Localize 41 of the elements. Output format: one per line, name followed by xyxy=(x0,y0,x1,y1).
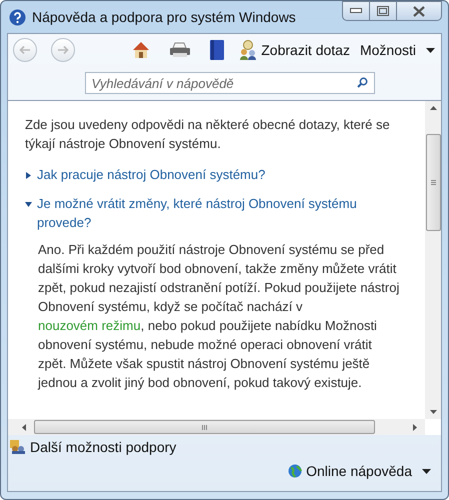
support-options-link[interactable]: Další možnosti podpory xyxy=(10,439,441,455)
vertical-scrollbar[interactable] xyxy=(425,101,441,419)
online-help-menu[interactable]: Online nápověda xyxy=(288,463,431,479)
question-link[interactable]: Je možné vrátit změny, které nástroj Obnovení systému provede? xyxy=(37,194,403,232)
grip-icon xyxy=(202,424,207,430)
scroll-left-arrow-icon[interactable] xyxy=(22,424,26,430)
collapse-arrow-icon[interactable] xyxy=(25,201,32,208)
scroll-thumb[interactable] xyxy=(426,134,440,231)
options-menu[interactable]: Možnosti xyxy=(358,42,437,58)
globe-icon xyxy=(288,464,302,478)
caret-icon xyxy=(422,468,431,474)
back-arrow-icon xyxy=(19,45,31,55)
safe-mode-link[interactable]: nouzovém režimu xyxy=(38,318,141,333)
forward-arrow-icon xyxy=(57,45,69,55)
search-field[interactable]: Vyhledávání v nápovědě xyxy=(84,72,374,94)
minimize-icon xyxy=(350,8,362,14)
minimize-button[interactable] xyxy=(342,1,370,21)
maximize-icon xyxy=(377,6,389,16)
scroll-right-arrow-icon[interactable] xyxy=(413,424,417,430)
window-title: Nápověda a podpora pro systém Windows xyxy=(32,9,297,25)
ask-button[interactable]: Zobrazit dotaz xyxy=(237,40,352,60)
book-icon[interactable] xyxy=(209,39,226,61)
help-icon xyxy=(9,8,26,26)
home-icon[interactable] xyxy=(131,40,152,60)
grip-icon xyxy=(430,180,436,185)
close-icon xyxy=(413,6,425,16)
maximize-button[interactable] xyxy=(369,1,397,21)
caret-icon xyxy=(426,48,435,52)
expand-arrow-icon[interactable] xyxy=(25,172,32,179)
people-icon xyxy=(10,440,26,454)
people-icon xyxy=(239,40,258,60)
scroll-down-arrow-icon[interactable] xyxy=(430,410,436,414)
scroll-thumb[interactable] xyxy=(34,420,375,434)
answer-text: Ano. Při každém použití nástroje Obnovení systému se před dalšími kroky vytvoří bod obnovení, takže změny můžete vrátit zpět, pokud nezajistí odstranění potíží. Pokud použijete nástroj Obnovení systému, když se počítač nachází v nouzovém režimu, nebo pokud použijete nabídku Možnosti obnovení systému, nebude možné operaci obnovení vrátit zpět. Můžete však spustit nástroj Obnovení systému ještě jednou a zvolit jiný bod obnovení, pokud takový existuje. xyxy=(38,241,400,392)
horizontal-scrollbar[interactable] xyxy=(8,419,425,435)
search-icon[interactable] xyxy=(356,77,368,88)
question-link[interactable]: Jak pracuje nástroj Obnovení systému? xyxy=(37,165,266,184)
close-button[interactable] xyxy=(396,1,442,21)
intro-text: Zde jsou uvedeny odpovědi na některé obecné dotazy, které se týkají nástroje Obnovení systému. xyxy=(25,116,391,153)
scroll-up-arrow-icon[interactable] xyxy=(430,106,436,110)
printer-icon[interactable] xyxy=(169,41,192,59)
